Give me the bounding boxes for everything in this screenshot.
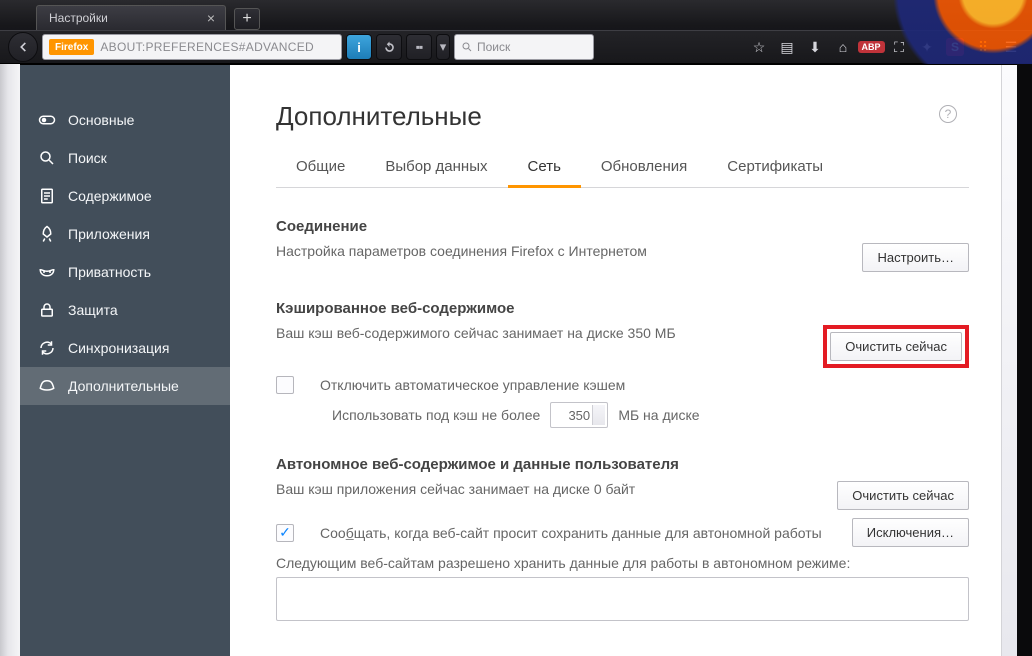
settings-sidebar: Основные Поиск Содержимое Приложения При… — [20, 65, 230, 656]
sidebar-label: Синхронизация — [68, 340, 169, 356]
notify-checkbox[interactable]: ✓ — [276, 524, 294, 542]
cache-limit-prefix: Использовать под кэш не более — [332, 407, 540, 423]
sidebar-label: Дополнительные — [68, 378, 179, 394]
sidebar-label: Защита — [68, 302, 118, 318]
offline-list-label: Следующим веб-сайтам разрешено хранить д… — [276, 555, 969, 571]
mask-icon — [38, 263, 56, 281]
sidebar-item-security[interactable]: Защита — [20, 291, 230, 329]
offline-title: Автономное веб-содержимое и данные польз… — [276, 456, 969, 473]
tab-data-choices[interactable]: Выбор данных — [365, 158, 507, 188]
sync-icon — [38, 339, 56, 357]
subtabs: Общие Выбор данных Сеть Обновления Серти… — [276, 158, 969, 188]
switch-icon — [38, 111, 56, 129]
cache-desc: Ваш кэш веб-содержимого сейчас занимает … — [276, 325, 807, 341]
browser-tab[interactable]: Настройки × — [36, 5, 226, 30]
arrow-left-icon — [16, 40, 30, 54]
connection-title: Соединение — [276, 218, 969, 235]
info-button[interactable]: i — [346, 34, 372, 60]
cache-limit-suffix: МБ на диске — [618, 407, 699, 423]
sidebar-item-general[interactable]: Основные — [20, 101, 230, 139]
offline-sites-listbox[interactable] — [276, 577, 969, 621]
override-cache-checkbox[interactable] — [276, 376, 294, 394]
scrollbar-thumb[interactable] — [1004, 71, 1015, 301]
clear-offline-button[interactable]: Очистить сейчас — [837, 481, 969, 510]
notify-label: Сообщать, когда веб-сайт просит сохранит… — [320, 525, 836, 541]
url-bar[interactable]: Firefox ABOUT:PREFERENCES#ADVANCED — [42, 34, 342, 60]
sidebar-item-search[interactable]: Поиск — [20, 139, 230, 177]
hat-icon — [38, 377, 56, 395]
section-offline: Автономное веб-содержимое и данные польз… — [276, 456, 969, 621]
firefox-badge: Firefox — [49, 39, 94, 55]
settings-main: ? Дополнительные Общие Выбор данных Сеть… — [230, 65, 1017, 656]
clear-cache-button[interactable]: Очистить сейчас — [830, 332, 962, 361]
sidebar-label: Приложения — [68, 226, 150, 242]
exceptions-button[interactable]: Исключения… — [852, 518, 969, 547]
sidebar-label: Содержимое — [68, 188, 152, 204]
page-title: Дополнительные — [276, 101, 969, 132]
highlight-box: Очистить сейчас — [823, 325, 969, 368]
reload-button[interactable] — [376, 34, 402, 60]
tab-general[interactable]: Общие — [276, 158, 365, 188]
search-icon — [38, 149, 56, 167]
sidebar-item-advanced[interactable]: Дополнительные — [20, 367, 230, 405]
tab-strip: Настройки × + — [0, 0, 1032, 30]
sidebar-label: Поиск — [68, 150, 107, 166]
rocket-icon — [38, 225, 56, 243]
help-icon[interactable]: ? — [939, 105, 957, 123]
offline-desc: Ваш кэш приложения сейчас занимает на ди… — [276, 481, 821, 497]
sidebar-item-privacy[interactable]: Приватность — [20, 253, 230, 291]
reload-icon — [383, 41, 396, 54]
sidebar-label: Приватность — [68, 264, 151, 280]
page-viewport: Основные Поиск Содержимое Приложения При… — [20, 64, 1017, 656]
bookmark-star-icon[interactable]: ☆ — [746, 34, 772, 60]
sidebar-item-sync[interactable]: Синхронизация — [20, 329, 230, 367]
browser-chrome: Настройки × + Firefox ABOUT:PREFERENCES#… — [0, 0, 1032, 64]
new-tab-button[interactable]: + — [234, 8, 260, 30]
document-icon — [38, 187, 56, 205]
tab-network[interactable]: Сеть — [508, 158, 581, 188]
apps-button[interactable]: ▪▪ — [406, 34, 432, 60]
tab-title: Настройки — [49, 11, 108, 25]
configure-button[interactable]: Настроить… — [862, 243, 969, 272]
connection-desc: Настройка параметров соединения Firefox … — [276, 243, 846, 259]
url-text: ABOUT:PREFERENCES#ADVANCED — [100, 40, 314, 54]
back-button[interactable] — [8, 32, 38, 62]
tab-certificates[interactable]: Сертификаты — [707, 158, 843, 188]
dropdown-button[interactable]: ▾ — [436, 34, 450, 60]
search-bar[interactable]: Поиск — [454, 34, 594, 60]
cache-limit-input[interactable]: 350 — [550, 402, 608, 428]
search-icon — [461, 41, 473, 53]
override-cache-label: Отключить автоматическое управление кэше… — [320, 377, 625, 393]
window-gutter — [0, 64, 20, 656]
lock-icon — [38, 301, 56, 319]
cache-limit-value: 350 — [568, 408, 590, 423]
grid-icon: ▪▪ — [416, 40, 423, 54]
sidebar-item-content[interactable]: Содержимое — [20, 177, 230, 215]
tab-updates[interactable]: Обновления — [581, 158, 707, 188]
section-connection: Соединение Настройка параметров соединен… — [276, 218, 969, 272]
sidebar-label: Основные — [68, 112, 134, 128]
tab-close-icon[interactable]: × — [207, 11, 215, 25]
sidebar-item-applications[interactable]: Приложения — [20, 215, 230, 253]
search-placeholder: Поиск — [477, 40, 510, 54]
cache-title: Кэшированное веб-содержимое — [276, 300, 969, 317]
section-cache: Кэшированное веб-содержимое Ваш кэш веб-… — [276, 300, 969, 428]
